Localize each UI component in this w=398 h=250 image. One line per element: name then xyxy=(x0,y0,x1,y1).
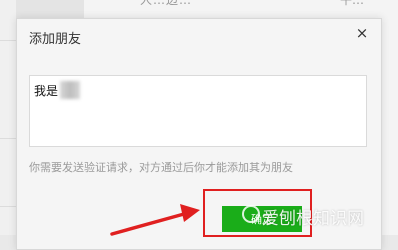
red-arrow-icon xyxy=(110,204,200,236)
sidebar-divider xyxy=(0,138,16,139)
watermark-logo-icon xyxy=(242,205,260,223)
sidebar-divider xyxy=(0,40,16,41)
background-text: 午… xyxy=(340,0,365,7)
sidebar-divider xyxy=(0,206,16,207)
background-text: 人…边… xyxy=(140,0,193,7)
app-sidebar xyxy=(0,0,16,235)
verification-message-input[interactable]: 我是 xyxy=(29,75,367,147)
close-icon[interactable]: × xyxy=(353,24,371,42)
dialog-title: 添加朋友 xyxy=(29,32,82,47)
message-text: 我是 xyxy=(34,84,59,98)
hint-text: 你需要发送验证请求，对方通过后你才能添加其为朋友 xyxy=(29,161,293,174)
watermark-text: 爱刨根知识网 xyxy=(262,209,364,229)
blurred-name xyxy=(60,81,80,99)
